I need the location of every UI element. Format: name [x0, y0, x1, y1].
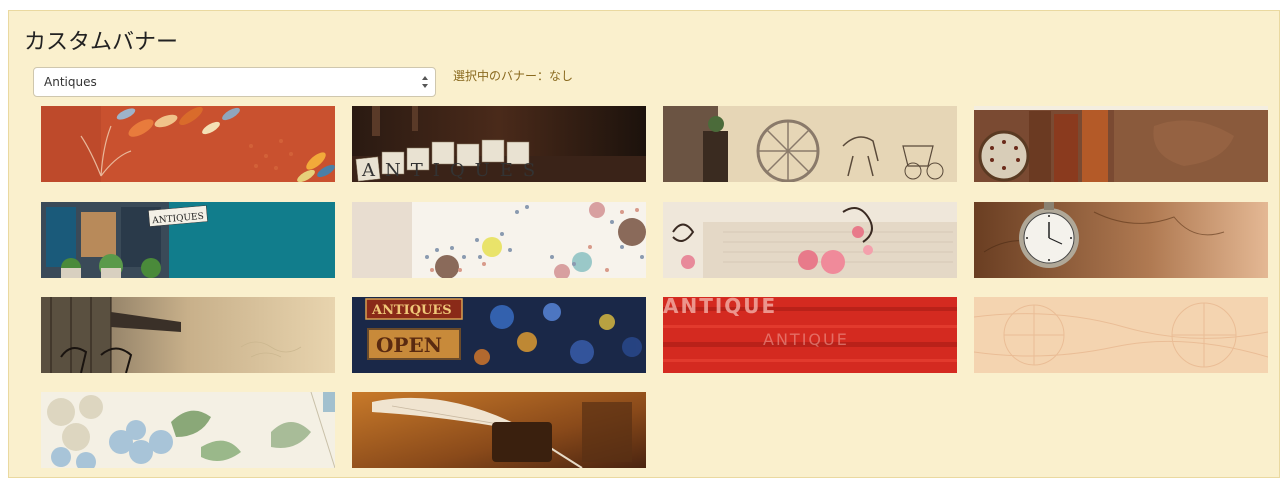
- banner-thumbnail-3[interactable]: [663, 106, 957, 182]
- banner-image-2: ANTIQUES: [352, 106, 646, 182]
- banner-11-text: ANTIQUE: [663, 297, 777, 318]
- banner-image-7: [663, 202, 957, 278]
- banner-thumbnail-11[interactable]: ANTIQUE ANTIQUE: [663, 297, 957, 373]
- banner-image-9: [41, 297, 335, 373]
- banner-thumbnail-9[interactable]: [41, 297, 335, 373]
- banner-thumbnail-10[interactable]: ANTIQUES OPEN: [352, 297, 646, 373]
- banner-image-8: [974, 202, 1268, 278]
- banner-image-6: [352, 202, 646, 278]
- category-select-value: Antiques: [44, 75, 97, 89]
- selected-banner-status: 選択中のバナー：なし: [453, 69, 574, 83]
- banner-thumbnail-13[interactable]: [41, 392, 335, 468]
- banner-image-14: [352, 392, 646, 468]
- banner-thumbnail-14[interactable]: [352, 392, 646, 468]
- banner-image-4: [974, 106, 1268, 182]
- page-title: カスタムバナー: [24, 30, 179, 55]
- banner-thumbnail-6[interactable]: [352, 202, 646, 278]
- banner-thumbnail-7[interactable]: [663, 202, 957, 278]
- banner-image-3: [663, 106, 957, 182]
- banner-thumbnail-8[interactable]: [974, 202, 1268, 278]
- banner-image-11: ANTIQUE ANTIQUE: [663, 297, 957, 373]
- banner-thumbnail-5[interactable]: ANTIQUES: [41, 202, 335, 278]
- custom-banner-panel: カスタムバナー Antiques 選択中のバナー：なし ANTIQUES ANT…: [8, 10, 1280, 478]
- banner-thumbnail-1[interactable]: [41, 106, 335, 182]
- category-select[interactable]: Antiques: [33, 67, 436, 97]
- select-arrows-icon: [422, 76, 428, 88]
- banner-image-12: [974, 297, 1268, 373]
- svg-text:ANTIQUE: ANTIQUE: [763, 330, 849, 349]
- banner-thumbnail-2[interactable]: ANTIQUES: [352, 106, 646, 182]
- banner-image-5: ANTIQUES: [41, 202, 335, 278]
- banner-image-13: [41, 392, 335, 468]
- banner-thumbnail-12[interactable]: [974, 297, 1268, 373]
- banner-2-text: ANTIQUES: [361, 160, 545, 181]
- banner-thumbnail-4[interactable]: [974, 106, 1268, 182]
- banner-10-text-bottom: OPEN: [376, 333, 442, 357]
- banner-image-10: ANTIQUES OPEN: [352, 297, 646, 373]
- banner-image-1: [41, 106, 335, 182]
- banner-10-text-top: ANTIQUES: [371, 303, 452, 318]
